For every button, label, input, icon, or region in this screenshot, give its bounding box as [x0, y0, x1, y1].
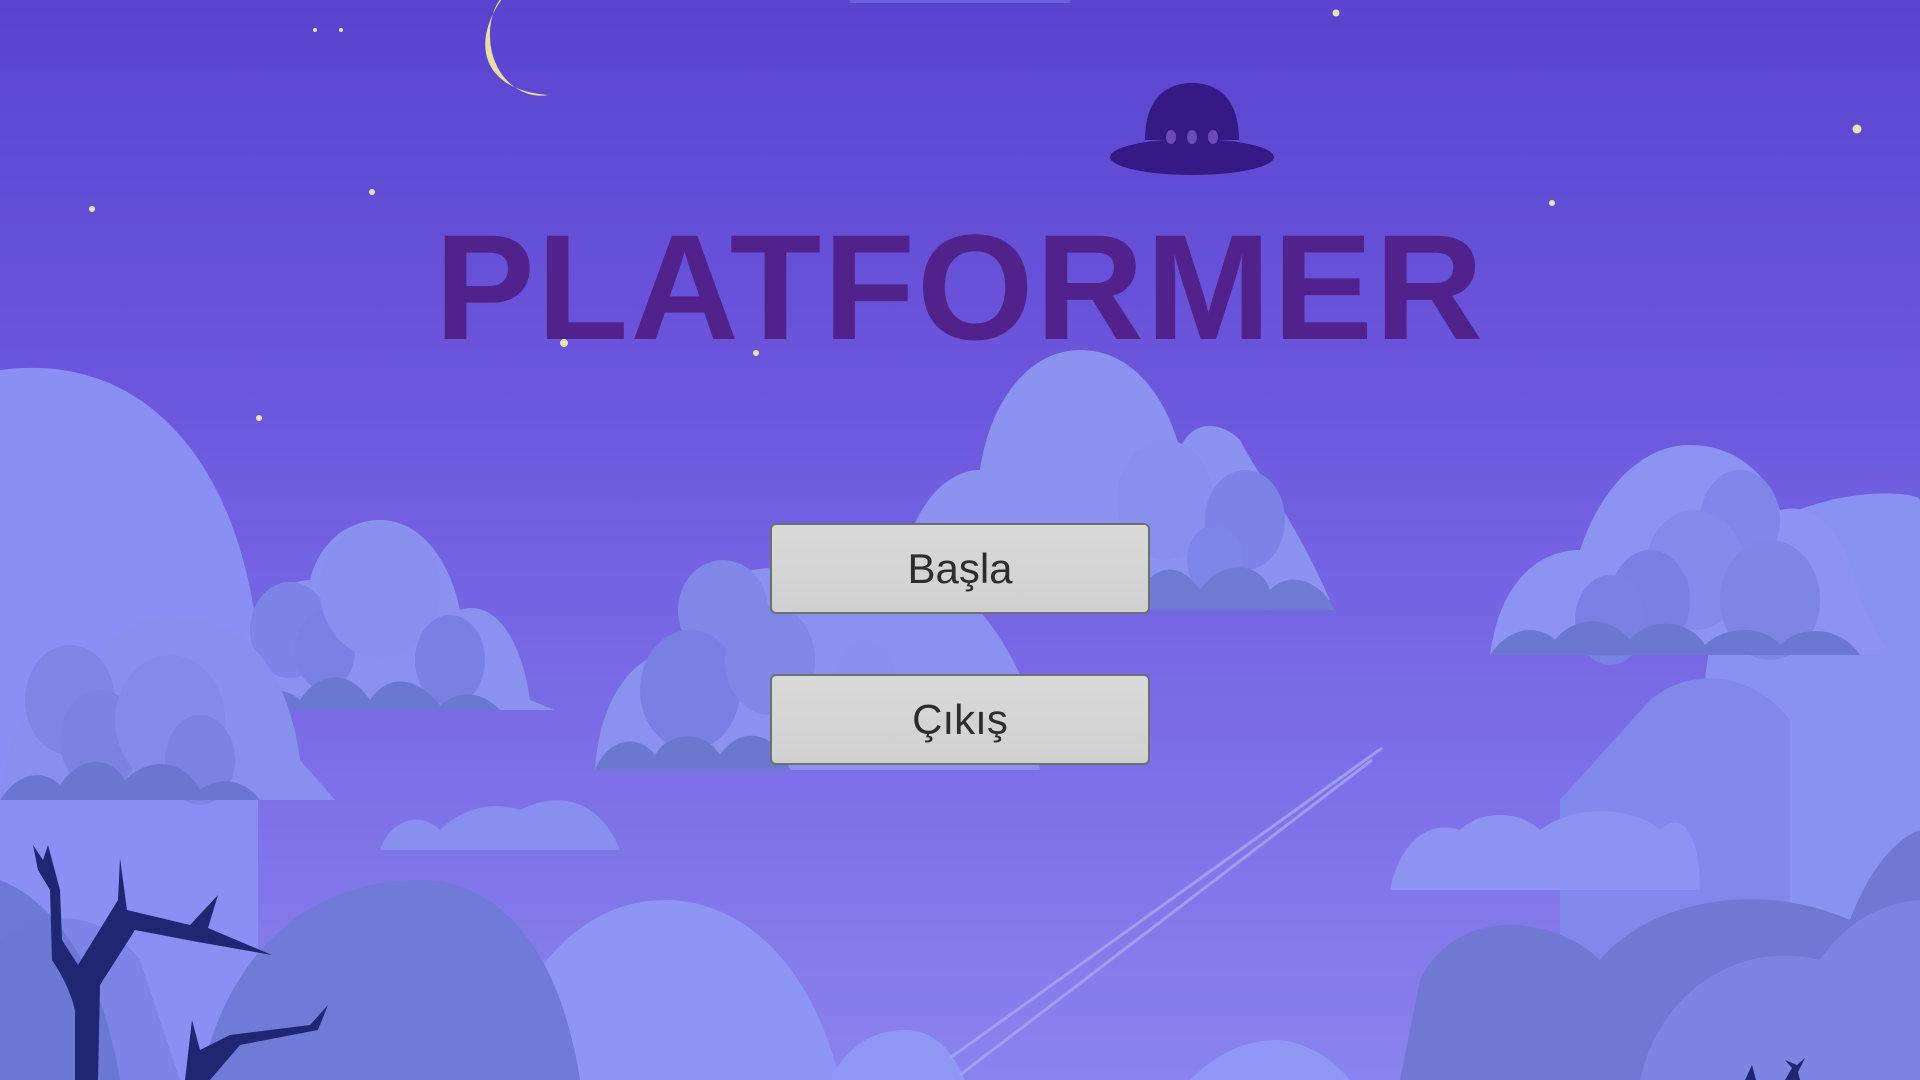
- start-button[interactable]: Başla: [770, 523, 1150, 614]
- cloud-low-left: [380, 800, 620, 850]
- exit-button[interactable]: Çıkış: [770, 674, 1150, 765]
- jet-trail: [949, 746, 1383, 1077]
- main-menu-screen: PLATFORMER Başla Çıkış: [0, 0, 1920, 1080]
- moon-icon: [485, 0, 548, 96]
- ufo-icon: [1110, 83, 1274, 175]
- cloud-cluster-right: [1490, 445, 1890, 665]
- game-title: PLATFORMER: [434, 203, 1486, 371]
